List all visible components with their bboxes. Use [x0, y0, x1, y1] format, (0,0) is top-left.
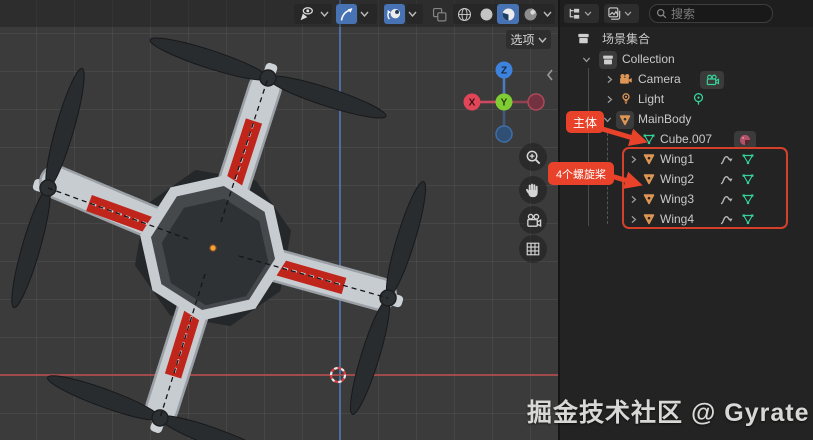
mesh-data-icon[interactable]	[741, 169, 755, 189]
viewport-header	[0, 0, 558, 27]
gizmo-z-label: Z	[501, 66, 507, 77]
light-data-icon[interactable]	[691, 89, 706, 109]
mesh-object-icon	[616, 110, 634, 130]
expand-chevron-icon[interactable]	[628, 129, 639, 149]
outliner-row-wing3[interactable]: Wing3	[560, 189, 813, 209]
outliner-row-scene-collection[interactable]: 场景集合	[560, 28, 813, 48]
modifier-icon[interactable]	[719, 149, 734, 169]
row-label: Camera	[638, 69, 681, 89]
options-dropdown-button[interactable]: 选项	[506, 30, 551, 49]
mesh-object-icon	[642, 149, 656, 169]
object-origin-dot	[210, 245, 216, 251]
snap-dropdown-group	[294, 4, 332, 24]
pan-tool-button[interactable]	[519, 176, 547, 204]
row-label: 场景集合	[602, 28, 650, 48]
scene-collection-icon	[576, 28, 591, 48]
row-label: Wing2	[660, 169, 694, 189]
shading-mode-group	[453, 4, 555, 24]
outliner-panel: 场景集合 Collection Camera	[560, 0, 813, 440]
mesh-object-icon	[642, 189, 656, 209]
row-label: Light	[638, 89, 664, 109]
row-label: Wing4	[660, 209, 694, 229]
expand-chevron-icon[interactable]	[628, 149, 639, 169]
editor-type-dropdown[interactable]	[564, 4, 599, 23]
sidebar-collapse-chevron[interactable]	[546, 69, 554, 81]
modifier-icon[interactable]	[719, 169, 734, 189]
camera-data-icon[interactable]	[700, 70, 724, 90]
row-label: Wing3	[660, 189, 694, 209]
mesh-data-icon[interactable]	[741, 149, 755, 169]
annotation-propellers-label: 4个螺旋桨	[548, 162, 614, 185]
cursor-3d	[331, 368, 345, 382]
overlays-icon[interactable]	[428, 4, 450, 24]
mesh-data-icon[interactable]	[741, 209, 755, 229]
orbit-falloff-icon[interactable]	[384, 4, 405, 24]
search-input[interactable]	[671, 7, 761, 21]
outliner-row-light[interactable]: Light	[560, 89, 813, 109]
expand-chevron-icon[interactable]	[604, 69, 615, 89]
editor-type-chevron	[584, 11, 592, 16]
gizmo-x-label: X	[469, 98, 476, 109]
modifier-icon[interactable]	[719, 189, 734, 209]
gizmo-y-label: Y	[501, 98, 508, 109]
grid-icon	[525, 241, 541, 257]
shading-dropdown-chevron[interactable]	[541, 4, 554, 24]
shading-material-icon[interactable]	[497, 4, 519, 24]
light-object-icon	[619, 89, 633, 109]
row-label: MainBody	[638, 109, 691, 129]
outliner-header	[560, 0, 813, 27]
outliner-editor-icon	[567, 6, 582, 21]
outliner-search[interactable]	[649, 4, 773, 23]
camera-icon	[525, 212, 542, 229]
toggle-grid-button[interactable]	[519, 235, 547, 263]
watermark-text: 掘金技术社区 @ Gyrate	[527, 393, 809, 429]
gizmo-neg-x-axis[interactable]	[528, 94, 544, 110]
collection-icon	[599, 50, 617, 70]
collapse-chevron-icon[interactable]	[581, 49, 592, 69]
orbit-dropdown-chevron[interactable]	[406, 4, 423, 24]
navigation-gizmo[interactable]: Z X Y	[462, 60, 546, 144]
outliner-row-wing4[interactable]: Wing4	[560, 209, 813, 229]
proportional-dropdown-chevron[interactable]	[358, 4, 377, 24]
camera-object-icon	[618, 69, 633, 89]
gizmo-neg-z-axis[interactable]	[496, 126, 512, 142]
display-mode-icon	[607, 6, 622, 21]
annotation-body-text: 主体	[573, 114, 597, 131]
row-label: Collection	[622, 49, 675, 69]
outliner-row-camera[interactable]: Camera	[560, 69, 813, 89]
mesh-object-icon	[642, 209, 656, 229]
hand-icon	[525, 182, 541, 198]
expand-chevron-icon[interactable]	[628, 169, 639, 189]
display-mode-dropdown[interactable]	[604, 4, 639, 23]
zoom-tool-button[interactable]	[519, 143, 547, 171]
material-icon[interactable]	[734, 130, 756, 150]
shading-solid-icon[interactable]	[475, 4, 497, 24]
expand-chevron-icon[interactable]	[604, 89, 615, 109]
mesh-data-icon[interactable]	[741, 189, 755, 209]
outliner-row-collection[interactable]: Collection	[560, 49, 813, 69]
snap-icon[interactable]	[294, 4, 318, 24]
snap-dropdown-chevron[interactable]	[318, 4, 331, 24]
modifier-icon[interactable]	[719, 209, 734, 229]
annotation-propellers-text: 4个螺旋桨	[556, 166, 606, 182]
camera-view-button[interactable]	[519, 206, 547, 234]
blender-window: 选项 Z X Y	[0, 0, 813, 440]
annotation-body-label: 主体	[566, 111, 604, 133]
row-label: Wing1	[660, 149, 694, 169]
row-label: Cube.007	[660, 129, 712, 149]
expand-chevron-icon[interactable]	[628, 209, 639, 229]
mesh-object-icon	[642, 169, 656, 189]
options-label: 选项	[510, 31, 534, 48]
shading-rendered-icon[interactable]	[519, 4, 541, 24]
shading-wireframe-icon[interactable]	[453, 4, 475, 24]
options-chevron-icon	[538, 37, 547, 43]
viewport-3d[interactable]: 选项 Z X Y	[0, 0, 558, 440]
proportional-editing-icon[interactable]	[336, 4, 357, 24]
zoom-icon	[525, 149, 542, 166]
search-icon	[656, 8, 667, 19]
display-mode-chevron	[624, 11, 632, 16]
mesh-data-icon	[642, 129, 656, 149]
expand-chevron-icon[interactable]	[628, 189, 639, 209]
